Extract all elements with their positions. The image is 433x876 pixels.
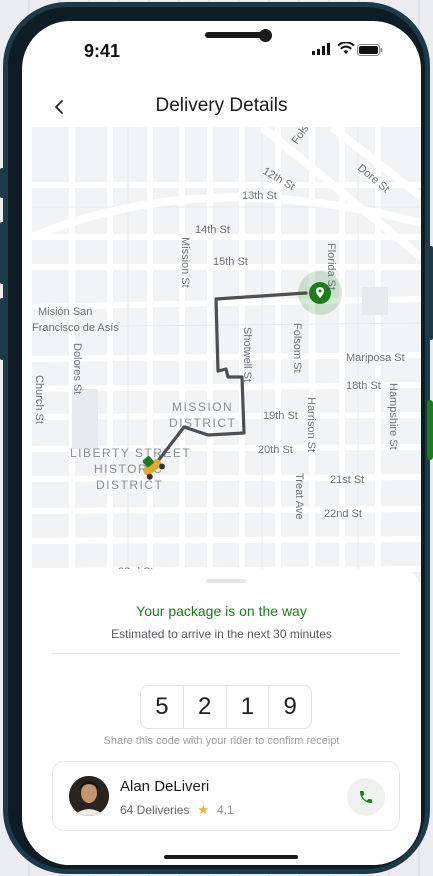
street-label: 22nd St [324, 508, 362, 520]
signal-icon [312, 43, 330, 55]
code-digit: 5 [141, 686, 184, 728]
wifi-icon [337, 42, 355, 54]
sheet-grabber[interactable] [206, 579, 246, 583]
street-label: 21st St [330, 474, 364, 486]
delivery-status-title: Your package is on the way [136, 603, 307, 619]
map-canvas: 14th St 15th St 13th St 12th St Mariposa… [32, 127, 421, 583]
street-label: 18th St [346, 380, 381, 392]
confirmation-code: 5 2 1 9 [140, 685, 312, 729]
area-label: DISTRICT [169, 416, 236, 430]
divider [52, 653, 399, 654]
delivery-eta-text: Estimated to arrive in the next 30 minut… [111, 627, 332, 641]
battery-icon [357, 44, 383, 56]
rider-meta: 64 Deliveries ★ 4.1 [120, 802, 234, 818]
area-label: DISTRICT [96, 478, 163, 492]
code-digit: 1 [227, 686, 270, 728]
delivery-sheet: Your package is on the way Estimated to … [22, 569, 421, 865]
screen: 9:41 Delivery Details 14th St 15th St 13… [22, 21, 421, 865]
star-icon: ★ [197, 802, 210, 817]
code-digit: 2 [184, 686, 227, 728]
rider-deliveries: 64 Deliveries [120, 803, 190, 817]
street-label: Folsom St [291, 323, 303, 373]
rider-card: Alan DeLiveri 64 Deliveries ★ 4.1 [52, 761, 400, 831]
area-label: LIBERTY STREET [70, 446, 191, 460]
street-label: 19th St [263, 410, 298, 422]
street-label: Hampshire St [387, 383, 399, 450]
area-label: Misión San [38, 306, 92, 318]
code-digit: 9 [283, 693, 297, 720]
street-label: Church St [33, 375, 45, 424]
map-view[interactable]: 14th St 15th St 13th St 12th St Mariposa… [32, 127, 421, 583]
speaker [205, 32, 265, 38]
page-title: Delivery Details [155, 95, 288, 116]
street-label: 15th St [213, 256, 248, 268]
call-rider-button[interactable] [347, 778, 385, 816]
street-label: 13th St [242, 190, 277, 202]
street-label: Mission St [179, 237, 191, 288]
home-indicator [164, 855, 298, 859]
phone-bezel: 9:41 Delivery Details 14th St 15th St 13… [8, 7, 425, 869]
avatar-image [69, 776, 109, 816]
street-label: Dolores St [71, 343, 83, 394]
phone-icon [360, 791, 372, 803]
street-label: Treat Ave [293, 473, 305, 519]
street-label: 14th St [195, 224, 230, 236]
street-label: 20th St [258, 444, 293, 456]
phone-frame: 9:41 Delivery Details 14th St 15th St 13… [3, 2, 430, 874]
destination-marker[interactable] [298, 271, 342, 315]
avatar [69, 776, 109, 816]
status-bar: 9:41 [22, 21, 421, 77]
street-label: Harrison St [305, 397, 317, 452]
area-label: MISSION [172, 400, 233, 414]
street-label: Shotwell St [241, 327, 253, 382]
code-hint: Share this code with your rider to confi… [103, 735, 340, 747]
accent-edge [427, 400, 433, 460]
rider-name: Alan DeLiveri [120, 778, 210, 795]
camera-icon [259, 29, 272, 42]
street-label: Mariposa St [346, 352, 405, 364]
status-time: 9:41 [84, 41, 121, 61]
header: Delivery Details [22, 87, 421, 127]
rider-rating: 4.1 [217, 803, 234, 817]
area-label: Francisco de Asís [32, 322, 119, 334]
